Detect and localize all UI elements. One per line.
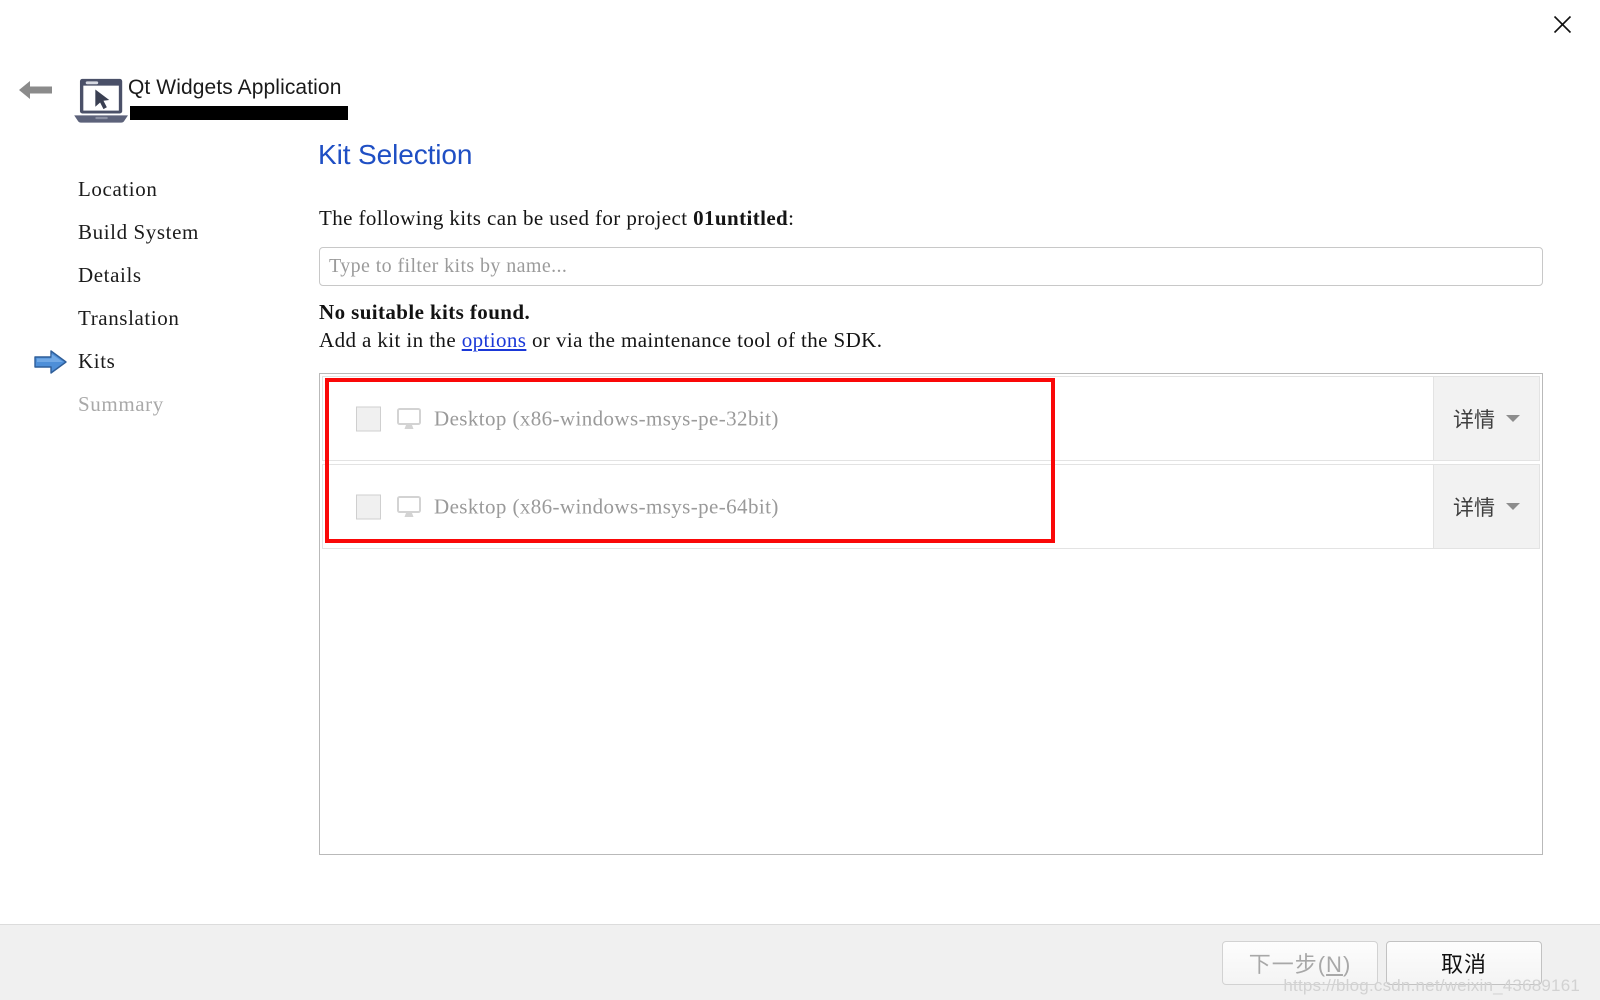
project-name: 01untitled — [693, 206, 789, 230]
intro-prefix: The following kits can be used for proje… — [319, 206, 694, 230]
sidebar-item-label: Translation — [78, 306, 180, 330]
kit-details-label: 详情 — [1453, 496, 1495, 520]
kit-list-item[interactable]: Desktop (x86-windows-msys-pe-32bit) 详情 — [322, 376, 1540, 461]
current-step-arrow-icon — [34, 349, 67, 374]
sidebar-item-label: Location — [78, 177, 158, 201]
redaction-bar — [130, 106, 348, 120]
sidebar-item-details[interactable]: Details — [0, 254, 300, 297]
sidebar-item-label: Kits — [78, 349, 116, 373]
wizard-title: Qt Widgets Application — [128, 76, 342, 99]
close-window-button[interactable] — [1546, 8, 1578, 40]
cancel-button-label: 取消 — [1440, 952, 1487, 977]
desktop-monitor-icon — [397, 495, 421, 517]
next-button[interactable]: 下一步(N) — [1222, 941, 1378, 985]
kit-details-label: 详情 — [1453, 408, 1495, 432]
sidebar-item-build-system[interactable]: Build System — [0, 211, 300, 254]
sidebar-item-label: Details — [78, 263, 142, 287]
kit-filter-input[interactable] — [319, 247, 1543, 286]
sidebar-item-kits[interactable]: Kits — [0, 340, 300, 383]
laptop-cursor-icon — [74, 78, 128, 123]
kit-name-label: Desktop (x86-windows-msys-pe-32bit) — [434, 406, 779, 430]
no-kits-message: No suitable kits found. — [319, 300, 531, 324]
desktop-monitor-icon — [397, 407, 421, 429]
chevron-down-icon — [1506, 503, 1520, 510]
sidebar-item-translation[interactable]: Translation — [0, 297, 300, 340]
kit-checkbox[interactable] — [356, 406, 381, 431]
options-link[interactable]: options — [462, 328, 527, 352]
intro-text: The following kits can be used for proje… — [319, 206, 794, 231]
chevron-down-icon — [1506, 415, 1520, 422]
intro-suffix: : — [788, 206, 795, 230]
kit-list-panel[interactable]: Desktop (x86-windows-msys-pe-32bit) 详情 D… — [319, 373, 1543, 855]
dialog-footer: 下一步(N) 取消 — [0, 924, 1600, 1000]
page-title: Kit Selection — [318, 139, 473, 170]
back-button[interactable] — [14, 70, 58, 110]
kit-checkbox[interactable] — [356, 494, 381, 519]
add-kit-hint: Add a kit in the options or via the main… — [319, 328, 882, 353]
arrow-left-icon — [19, 81, 52, 99]
cancel-button[interactable]: 取消 — [1386, 941, 1542, 985]
sidebar-item-label: Build System — [78, 220, 199, 244]
wizard-step-sidebar: Location Build System Details Translatio… — [0, 168, 300, 426]
next-button-label: 下一步(N) — [1248, 952, 1352, 977]
sidebar-item-location[interactable]: Location — [0, 168, 300, 211]
sidebar-item-summary: Summary — [0, 383, 300, 426]
kit-details-button[interactable]: 详情 — [1433, 377, 1539, 460]
sidebar-item-label: Summary — [78, 392, 164, 416]
kit-name-label: Desktop (x86-windows-msys-pe-64bit) — [434, 494, 779, 518]
add-kit-prefix: Add a kit in the — [319, 328, 462, 352]
kit-list-item[interactable]: Desktop (x86-windows-msys-pe-64bit) 详情 — [322, 464, 1540, 549]
close-icon — [1553, 15, 1571, 33]
kit-details-button[interactable]: 详情 — [1433, 465, 1539, 548]
add-kit-suffix: or via the maintenance tool of the SDK. — [526, 328, 883, 352]
